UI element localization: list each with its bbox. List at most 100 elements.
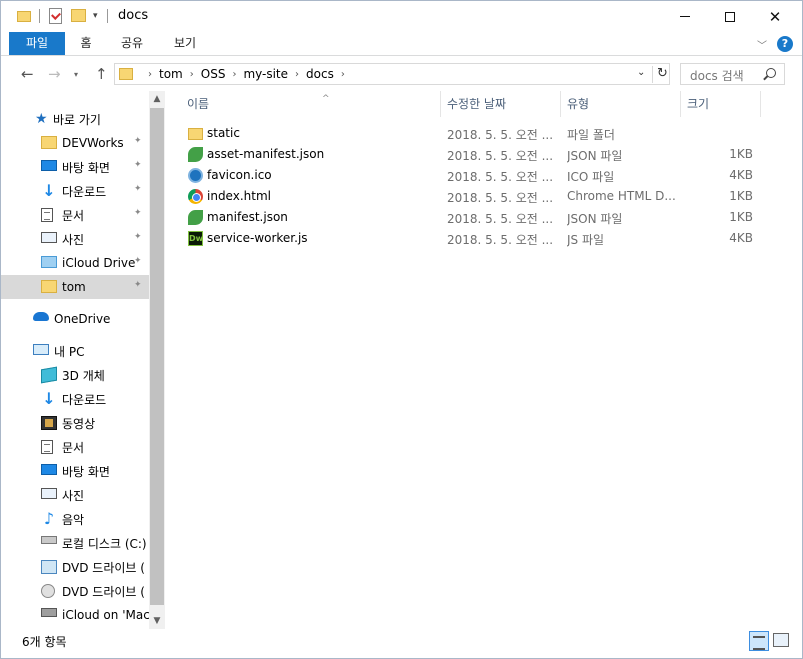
desktop-icon — [41, 464, 57, 475]
dvd-drive-icon — [41, 560, 57, 574]
sidebar-item[interactable]: 바탕 화면 — [1, 459, 149, 483]
sidebar-item[interactable]: iCloud Drive ✦ — [1, 251, 149, 275]
sidebar-item-label: 사진 — [62, 232, 85, 247]
pictures-icon — [41, 232, 57, 243]
file-row[interactable]: static 2018. 5. 5. 오전 ... 파일 폴더 — [181, 123, 761, 144]
tab-view[interactable]: 보기 — [157, 32, 213, 55]
breadcrumb-separator[interactable]: › — [295, 69, 299, 80]
chevron-down-icon[interactable]: ▾ — [93, 11, 98, 29]
minimize-icon — [680, 16, 690, 17]
file-row[interactable]: Dw service-worker.js 2018. 5. 5. 오전 ... JS … — [181, 228, 761, 249]
tab-share[interactable]: 공유 — [107, 32, 157, 55]
file-type: 파일 폴더 — [567, 128, 615, 142]
column-header-size[interactable]: 크기 — [681, 91, 761, 117]
close-button[interactable]: ✕ — [752, 1, 798, 32]
sidebar-item-label: DEVWorks — [62, 136, 124, 150]
address-bar[interactable]: › tom › OSS › my-site › docs › ⌄ ↻ — [114, 63, 670, 85]
column-header-name[interactable]: 이름 ^ — [181, 91, 441, 117]
pin-icon[interactable]: ✦ — [134, 160, 142, 170]
breadcrumb-separator[interactable]: › — [232, 69, 236, 80]
sidebar-item[interactable]: tom ✦ — [1, 275, 149, 299]
star-icon: ★ — [35, 111, 48, 127]
sidebar-item[interactable]: 사진 — [1, 483, 149, 507]
sidebar-item[interactable]: DVD 드라이브 ( — [1, 579, 149, 603]
breadcrumb-separator[interactable]: › — [148, 69, 152, 80]
properties-icon[interactable] — [49, 8, 62, 24]
file-row[interactable]: asset-manifest.json 2018. 5. 5. 오전 ... JSO… — [181, 144, 761, 165]
dvd-disc-icon — [41, 584, 55, 598]
breadcrumb-docs[interactable]: docs — [306, 67, 334, 81]
sidebar-item[interactable]: DVD 드라이브 ( — [1, 555, 149, 579]
sidebar-item-label: 문서 — [62, 440, 85, 455]
pin-icon[interactable]: ✦ — [134, 208, 142, 218]
breadcrumb-my-site[interactable]: my-site — [243, 67, 288, 81]
sidebar-item[interactable]: 3D 개체 — [1, 363, 149, 387]
minimize-button[interactable] — [662, 1, 708, 32]
sidebar-item-label: 바탕 화면 — [62, 464, 110, 479]
file-row[interactable]: favicon.ico 2018. 5. 5. 오전 ... ICO 파일 4KB — [181, 165, 761, 186]
scroll-up-icon[interactable]: ▲ — [149, 91, 165, 107]
sidebar-item[interactable]: iCloud on 'Mac' — [1, 603, 149, 627]
sidebar-item[interactable]: DEVWorks ✦ — [1, 131, 149, 155]
sidebar-item[interactable]: ★ 바로 가기 — [1, 107, 149, 131]
sidebar-item[interactable]: 동영상 — [1, 411, 149, 435]
pin-icon[interactable]: ✦ — [134, 232, 142, 242]
details-view-icon[interactable] — [749, 631, 769, 651]
3d-objects-icon — [41, 366, 57, 384]
sidebar-item[interactable]: 문서 ✦ — [1, 203, 149, 227]
sidebar-item[interactable]: 로컬 디스크 (C:) — [1, 531, 149, 555]
breadcrumb-oss[interactable]: OSS — [201, 67, 226, 81]
window-title: docs — [118, 8, 149, 23]
pin-icon[interactable]: ✦ — [134, 184, 142, 194]
file-modified-date: 2018. 5. 5. 오전 ... — [447, 191, 554, 205]
refresh-icon[interactable]: ↻ — [652, 66, 668, 83]
file-row[interactable]: manifest.json 2018. 5. 5. 오전 ... JSON 파일 1K… — [181, 207, 761, 228]
file-name: index.html — [207, 189, 271, 203]
large-icons-view-icon[interactable] — [773, 633, 789, 647]
scroll-down-icon[interactable]: ▼ — [149, 613, 165, 629]
ribbon-tabs: 파일 홈 공유 보기 ﹀ ? — [1, 32, 802, 56]
video-icon — [41, 416, 57, 430]
help-icon[interactable]: ? — [777, 36, 793, 52]
file-modified-date: 2018. 5. 5. 오전 ... — [447, 128, 554, 142]
address-dropdown-icon[interactable]: ⌄ — [637, 67, 645, 78]
sidebar-item[interactable]: ↓ 다운로드 ✦ — [1, 179, 149, 203]
breadcrumb-separator[interactable]: › — [190, 69, 194, 80]
expand-ribbon-icon[interactable]: ﹀ — [757, 37, 767, 52]
sidebar-item[interactable]: OneDrive — [1, 307, 149, 331]
pin-icon[interactable]: ✦ — [134, 256, 142, 266]
column-header-type[interactable]: 유형 — [561, 91, 681, 117]
search-icon[interactable] — [766, 68, 776, 78]
file-row[interactable]: index.html 2018. 5. 5. 오전 ... Chrome HTML … — [181, 186, 761, 207]
breadcrumb-tom[interactable]: tom — [159, 67, 183, 81]
scrollbar-thumb[interactable] — [150, 108, 164, 605]
sidebar-item[interactable]: ♪ 음악 — [1, 507, 149, 531]
file-type: Chrome HTML D... — [567, 189, 676, 203]
sidebar-item[interactable]: 문서 — [1, 435, 149, 459]
file-name: asset-manifest.json — [207, 147, 325, 161]
search-input[interactable]: docs 검색 — [680, 63, 785, 85]
sidebar-item[interactable]: 사진 ✦ — [1, 227, 149, 251]
sidebar-item[interactable]: ↓ 다운로드 — [1, 387, 149, 411]
pin-icon[interactable]: ✦ — [134, 136, 142, 146]
folder-icon — [41, 136, 57, 149]
sidebar-item[interactable]: 내 PC — [1, 339, 149, 363]
up-button[interactable]: ↑ — [95, 65, 108, 83]
sidebar-item-label: 음악 — [62, 512, 85, 527]
pin-icon[interactable]: ✦ — [134, 280, 142, 290]
recent-locations-button[interactable]: ▾ — [74, 70, 78, 79]
column-header-date[interactable]: 수정한 날짜 — [441, 91, 561, 117]
file-list: 이름 ^ 수정한 날짜 유형 크기 static 2018. 5. 5. 오전 .… — [165, 91, 802, 629]
file-modified-date: 2018. 5. 5. 오전 ... — [447, 170, 554, 184]
maximize-button[interactable] — [707, 1, 753, 32]
sidebar-scrollbar[interactable]: ▲ ▼ — [149, 91, 165, 629]
breadcrumb-separator[interactable]: › — [341, 69, 345, 80]
forward-button[interactable]: → — [48, 65, 61, 83]
back-button[interactable]: ← — [21, 65, 34, 83]
new-folder-icon[interactable] — [71, 9, 86, 22]
folder-icon — [119, 68, 133, 80]
folder-icon — [188, 128, 203, 140]
tab-home[interactable]: 홈 — [65, 32, 107, 55]
sidebar-item[interactable]: 바탕 화면 ✦ — [1, 155, 149, 179]
tab-file[interactable]: 파일 — [9, 32, 65, 55]
